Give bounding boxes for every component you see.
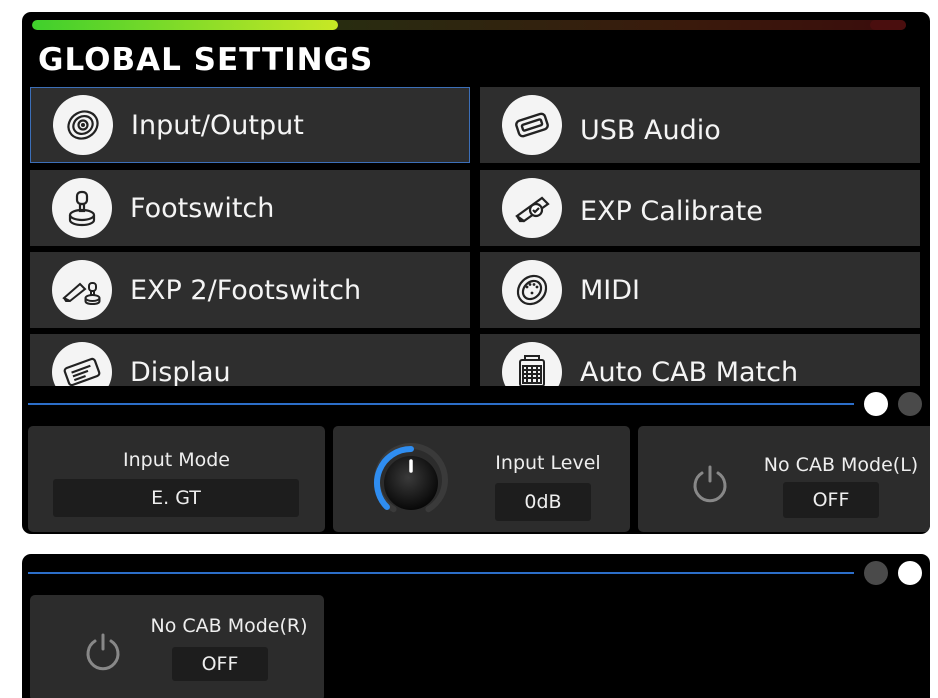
level-meter-peak-indicator (870, 20, 906, 30)
no-cab-mode-right-card[interactable]: No CAB Mode(R) OFF (30, 595, 324, 698)
page-indicator-dot-active[interactable] (864, 392, 888, 416)
input-mode-value[interactable]: E. GT (53, 479, 299, 517)
menu-item-display[interactable]: Displau (30, 334, 470, 386)
display-icon (52, 342, 112, 386)
no-cab-mode-right-value[interactable]: OFF (172, 647, 268, 681)
menu-item-label: Input/Output (131, 109, 304, 141)
midi-port-icon (502, 260, 562, 320)
menu-item-exp2-footswitch[interactable]: EXP 2/Footswitch (30, 252, 470, 328)
menu-item-exp-calibrate[interactable]: EXP Calibrate (480, 170, 920, 246)
global-settings-panel: GLOBAL SETTINGS Input/Output USB Audio F… (22, 12, 930, 534)
menu-item-label: Footswitch (130, 192, 275, 224)
menu-item-midi[interactable]: MIDI (480, 252, 920, 328)
menu-item-footswitch[interactable]: Footswitch (30, 170, 470, 246)
page-title: GLOBAL SETTINGS (38, 42, 374, 78)
menu-item-label: EXP 2/Footswitch (130, 274, 362, 306)
page-indicator-dot[interactable] (898, 392, 922, 416)
no-cab-mode-left-value[interactable]: OFF (783, 482, 879, 518)
menu-item-input-output[interactable]: Input/Output (30, 87, 470, 163)
page-indicator-dot-active[interactable] (898, 561, 922, 585)
input-mode-card[interactable]: Input Mode E. GT (28, 426, 325, 532)
menu-item-label: Displau (130, 356, 231, 387)
settings-menu-grid: Input/Output USB Audio Footswitch EXP Ca… (22, 86, 930, 386)
power-icon[interactable] (82, 631, 124, 678)
no-cab-mode-right-label: No CAB Mode(R) (150, 615, 308, 637)
menu-item-auto-cab-match[interactable]: Auto CAB Match (480, 334, 920, 386)
input-level-meter (32, 20, 906, 30)
input-level-value[interactable]: 0dB (495, 483, 591, 521)
jack-socket-icon (53, 95, 113, 155)
input-mode-label: Input Mode (122, 449, 230, 471)
menu-item-label: Auto CAB Match (580, 356, 799, 387)
input-level-card[interactable]: Input Level 0dB (333, 426, 630, 532)
parameter-page-2-panel: No CAB Mode(R) OFF (22, 554, 930, 698)
page-indicator-dot[interactable] (864, 561, 888, 585)
menu-item-usb-audio[interactable]: USB Audio (480, 87, 920, 163)
footswitch-icon (52, 178, 112, 238)
level-meter-fill (32, 20, 338, 30)
menu-item-label: EXP Calibrate (580, 195, 763, 227)
power-icon[interactable] (689, 463, 731, 510)
parameter-page-divider (28, 572, 854, 574)
menu-item-label: MIDI (580, 274, 641, 306)
pedal-footswitch-icon (52, 260, 112, 320)
input-level-label: Input Level (495, 452, 601, 474)
parameter-page-divider (28, 403, 854, 405)
usb-port-icon (502, 95, 562, 155)
input-level-knob[interactable] (371, 443, 451, 523)
cabinet-icon (502, 342, 562, 386)
no-cab-mode-left-label: No CAB Mode(L) (763, 454, 919, 476)
no-cab-mode-left-card[interactable]: No CAB Mode(L) OFF (638, 426, 930, 532)
expression-pedal-icon (502, 178, 562, 238)
menu-item-label: USB Audio (580, 114, 721, 146)
